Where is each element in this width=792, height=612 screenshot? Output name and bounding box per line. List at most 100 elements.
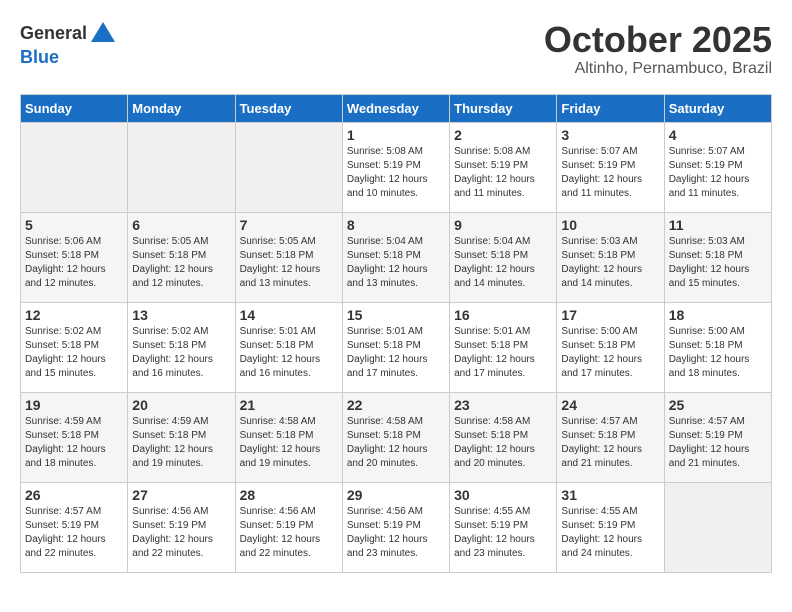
- calendar-cell: 6 Sunrise: 5:05 AM Sunset: 5:18 PM Daylig…: [128, 212, 235, 302]
- day-number: 24: [561, 397, 659, 413]
- calendar-cell: 13Sunrise: 5:02 AM Sunset: 5:18 PM Dayli…: [128, 302, 235, 392]
- day-number: 25: [669, 397, 767, 413]
- day-info: Sunrise: 5:01 AM Sunset: 5:18 PM Dayligh…: [240, 325, 338, 381]
- day-number: 8: [347, 217, 445, 233]
- week-row-2: 5Sunrise: 5:06 AM Sunset: 5:18 PM Daylig…: [21, 212, 772, 302]
- calendar-cell: 8 Sunrise: 5:04 AM Sunset: 5:18 PM Daylig…: [342, 212, 449, 302]
- weekday-header-thursday: Thursday: [450, 94, 557, 122]
- day-number: 28: [240, 487, 338, 503]
- weekday-header-wednesday: Wednesday: [342, 94, 449, 122]
- calendar-cell: 25Sunrise: 4:57 AM Sunset: 5:19 PM Dayli…: [664, 392, 771, 482]
- calendar-table: SundayMondayTuesdayWednesdayThursdayFrid…: [20, 94, 772, 573]
- weekday-header-friday: Friday: [557, 94, 664, 122]
- day-info: Sunrise: 5:07 AM Sunset: 5:19 PM Dayligh…: [669, 145, 767, 201]
- day-info: Sunrise: 4:59 AM Sunset: 5:18 PM Dayligh…: [132, 415, 230, 471]
- calendar-cell: 18 Sunrise: 5:00 AM Sunset: 5:18 PM Dayli…: [664, 302, 771, 392]
- logo-blue: Blue: [20, 48, 59, 68]
- week-row-3: 12 Sunrise: 5:02 AM Sunset: 5:18 PM Dayli…: [21, 302, 772, 392]
- day-number: 23: [454, 397, 552, 413]
- day-info: Sunrise: 5:01 AM Sunset: 5:18 PM Dayligh…: [454, 325, 552, 381]
- day-info: Sunrise: 5:00 AM Sunset: 5:18 PM Dayligh…: [561, 325, 659, 381]
- calendar-cell: 28 Sunrise: 4:56 AM Sunset: 5:19 PM Dayli…: [235, 482, 342, 572]
- day-number: 14: [240, 307, 338, 323]
- weekday-header-tuesday: Tuesday: [235, 94, 342, 122]
- calendar-cell: 10 Sunrise: 5:03 AM Sunset: 5:18 PM Dayli…: [557, 212, 664, 302]
- calendar-cell: [235, 122, 342, 212]
- logo-icon: [89, 20, 117, 48]
- day-number: 29: [347, 487, 445, 503]
- calendar-cell: [21, 122, 128, 212]
- day-number: 12: [25, 307, 123, 323]
- day-number: 11: [669, 217, 767, 233]
- calendar-cell: 20 Sunrise: 4:59 AM Sunset: 5:18 PM Dayli…: [128, 392, 235, 482]
- day-number: 27: [132, 487, 230, 503]
- logo-general: General: [20, 24, 87, 44]
- day-info: Sunrise: 5:01 AM Sunset: 5:18 PM Dayligh…: [347, 325, 445, 381]
- day-number: 1: [347, 127, 445, 143]
- calendar-cell: 22 Sunrise: 4:58 AM Sunset: 5:18 PM Dayli…: [342, 392, 449, 482]
- day-number: 7: [240, 217, 338, 233]
- day-info: Sunrise: 4:58 AM Sunset: 5:18 PM Dayligh…: [347, 415, 445, 471]
- calendar-cell: 11 Sunrise: 5:03 AM Sunset: 5:18 PM Dayli…: [664, 212, 771, 302]
- day-info: Sunrise: 4:59 AM Sunset: 5:18 PM Dayligh…: [25, 415, 123, 471]
- week-row-5: 26Sunrise: 4:57 AM Sunset: 5:19 PM Dayli…: [21, 482, 772, 572]
- day-info: Sunrise: 5:03 AM Sunset: 5:18 PM Dayligh…: [561, 235, 659, 291]
- calendar-cell: 1 Sunrise: 5:08 AM Sunset: 5:19 PM Daylig…: [342, 122, 449, 212]
- calendar-cell: 2Sunrise: 5:08 AM Sunset: 5:19 PM Daylig…: [450, 122, 557, 212]
- day-info: Sunrise: 5:00 AM Sunset: 5:18 PM Dayligh…: [669, 325, 767, 381]
- day-info: Sunrise: 5:04 AM Sunset: 5:18 PM Dayligh…: [347, 235, 445, 291]
- day-number: 6: [132, 217, 230, 233]
- day-info: Sunrise: 4:55 AM Sunset: 5:19 PM Dayligh…: [454, 505, 552, 561]
- day-number: 31: [561, 487, 659, 503]
- calendar-cell: [128, 122, 235, 212]
- weekday-header-saturday: Saturday: [664, 94, 771, 122]
- calendar-cell: 16 Sunrise: 5:01 AM Sunset: 5:18 PM Dayli…: [450, 302, 557, 392]
- day-info: Sunrise: 5:05 AM Sunset: 5:18 PM Dayligh…: [240, 235, 338, 291]
- day-info: Sunrise: 4:56 AM Sunset: 5:19 PM Dayligh…: [347, 505, 445, 561]
- calendar-cell: 4Sunrise: 5:07 AM Sunset: 5:19 PM Daylig…: [664, 122, 771, 212]
- day-number: 17: [561, 307, 659, 323]
- day-info: Sunrise: 4:57 AM Sunset: 5:18 PM Dayligh…: [561, 415, 659, 471]
- day-number: 9: [454, 217, 552, 233]
- calendar-cell: 12 Sunrise: 5:02 AM Sunset: 5:18 PM Dayli…: [21, 302, 128, 392]
- day-info: Sunrise: 5:06 AM Sunset: 5:18 PM Dayligh…: [25, 235, 123, 291]
- day-info: Sunrise: 5:03 AM Sunset: 5:18 PM Dayligh…: [669, 235, 767, 291]
- calendar-cell: 14 Sunrise: 5:01 AM Sunset: 5:18 PM Dayli…: [235, 302, 342, 392]
- day-number: 21: [240, 397, 338, 413]
- day-number: 15: [347, 307, 445, 323]
- week-row-4: 19 Sunrise: 4:59 AM Sunset: 5:18 PM Dayli…: [21, 392, 772, 482]
- day-number: 20: [132, 397, 230, 413]
- day-number: 18: [669, 307, 767, 323]
- calendar-cell: 30Sunrise: 4:55 AM Sunset: 5:19 PM Dayli…: [450, 482, 557, 572]
- day-info: Sunrise: 4:58 AM Sunset: 5:18 PM Dayligh…: [240, 415, 338, 471]
- calendar-cell: 3Sunrise: 5:07 AM Sunset: 5:19 PM Daylig…: [557, 122, 664, 212]
- day-number: 19: [25, 397, 123, 413]
- calendar-cell: 17 Sunrise: 5:00 AM Sunset: 5:18 PM Dayli…: [557, 302, 664, 392]
- day-info: Sunrise: 4:55 AM Sunset: 5:19 PM Dayligh…: [561, 505, 659, 561]
- day-info: Sunrise: 5:08 AM Sunset: 5:19 PM Dayligh…: [454, 145, 552, 201]
- weekday-header-monday: Monday: [128, 94, 235, 122]
- page-header: General Blue October 2025 Altinho, Perna…: [20, 20, 772, 78]
- week-row-1: 1 Sunrise: 5:08 AM Sunset: 5:19 PM Daylig…: [21, 122, 772, 212]
- day-number: 16: [454, 307, 552, 323]
- calendar-cell: 7 Sunrise: 5:05 AM Sunset: 5:18 PM Daylig…: [235, 212, 342, 302]
- day-info: Sunrise: 5:05 AM Sunset: 5:18 PM Dayligh…: [132, 235, 230, 291]
- calendar-cell: 29 Sunrise: 4:56 AM Sunset: 5:19 PM Dayli…: [342, 482, 449, 572]
- day-number: 22: [347, 397, 445, 413]
- day-number: 26: [25, 487, 123, 503]
- day-info: Sunrise: 5:02 AM Sunset: 5:18 PM Dayligh…: [25, 325, 123, 381]
- day-number: 13: [132, 307, 230, 323]
- day-info: Sunrise: 5:07 AM Sunset: 5:19 PM Dayligh…: [561, 145, 659, 201]
- day-info: Sunrise: 4:56 AM Sunset: 5:19 PM Dayligh…: [240, 505, 338, 561]
- location-title: Altinho, Pernambuco, Brazil: [544, 60, 772, 78]
- calendar-cell: 5Sunrise: 5:06 AM Sunset: 5:18 PM Daylig…: [21, 212, 128, 302]
- day-info: Sunrise: 5:08 AM Sunset: 5:19 PM Dayligh…: [347, 145, 445, 201]
- calendar-cell: 23 Sunrise: 4:58 AM Sunset: 5:18 PM Dayli…: [450, 392, 557, 482]
- calendar-cell: 19 Sunrise: 4:59 AM Sunset: 5:18 PM Dayli…: [21, 392, 128, 482]
- day-number: 10: [561, 217, 659, 233]
- calendar-cell: 15 Sunrise: 5:01 AM Sunset: 5:18 PM Dayli…: [342, 302, 449, 392]
- month-title: October 2025: [544, 20, 772, 60]
- day-info: Sunrise: 4:58 AM Sunset: 5:18 PM Dayligh…: [454, 415, 552, 471]
- calendar-cell: 21 Sunrise: 4:58 AM Sunset: 5:18 PM Dayli…: [235, 392, 342, 482]
- title-block: October 2025 Altinho, Pernambuco, Brazil: [544, 20, 772, 78]
